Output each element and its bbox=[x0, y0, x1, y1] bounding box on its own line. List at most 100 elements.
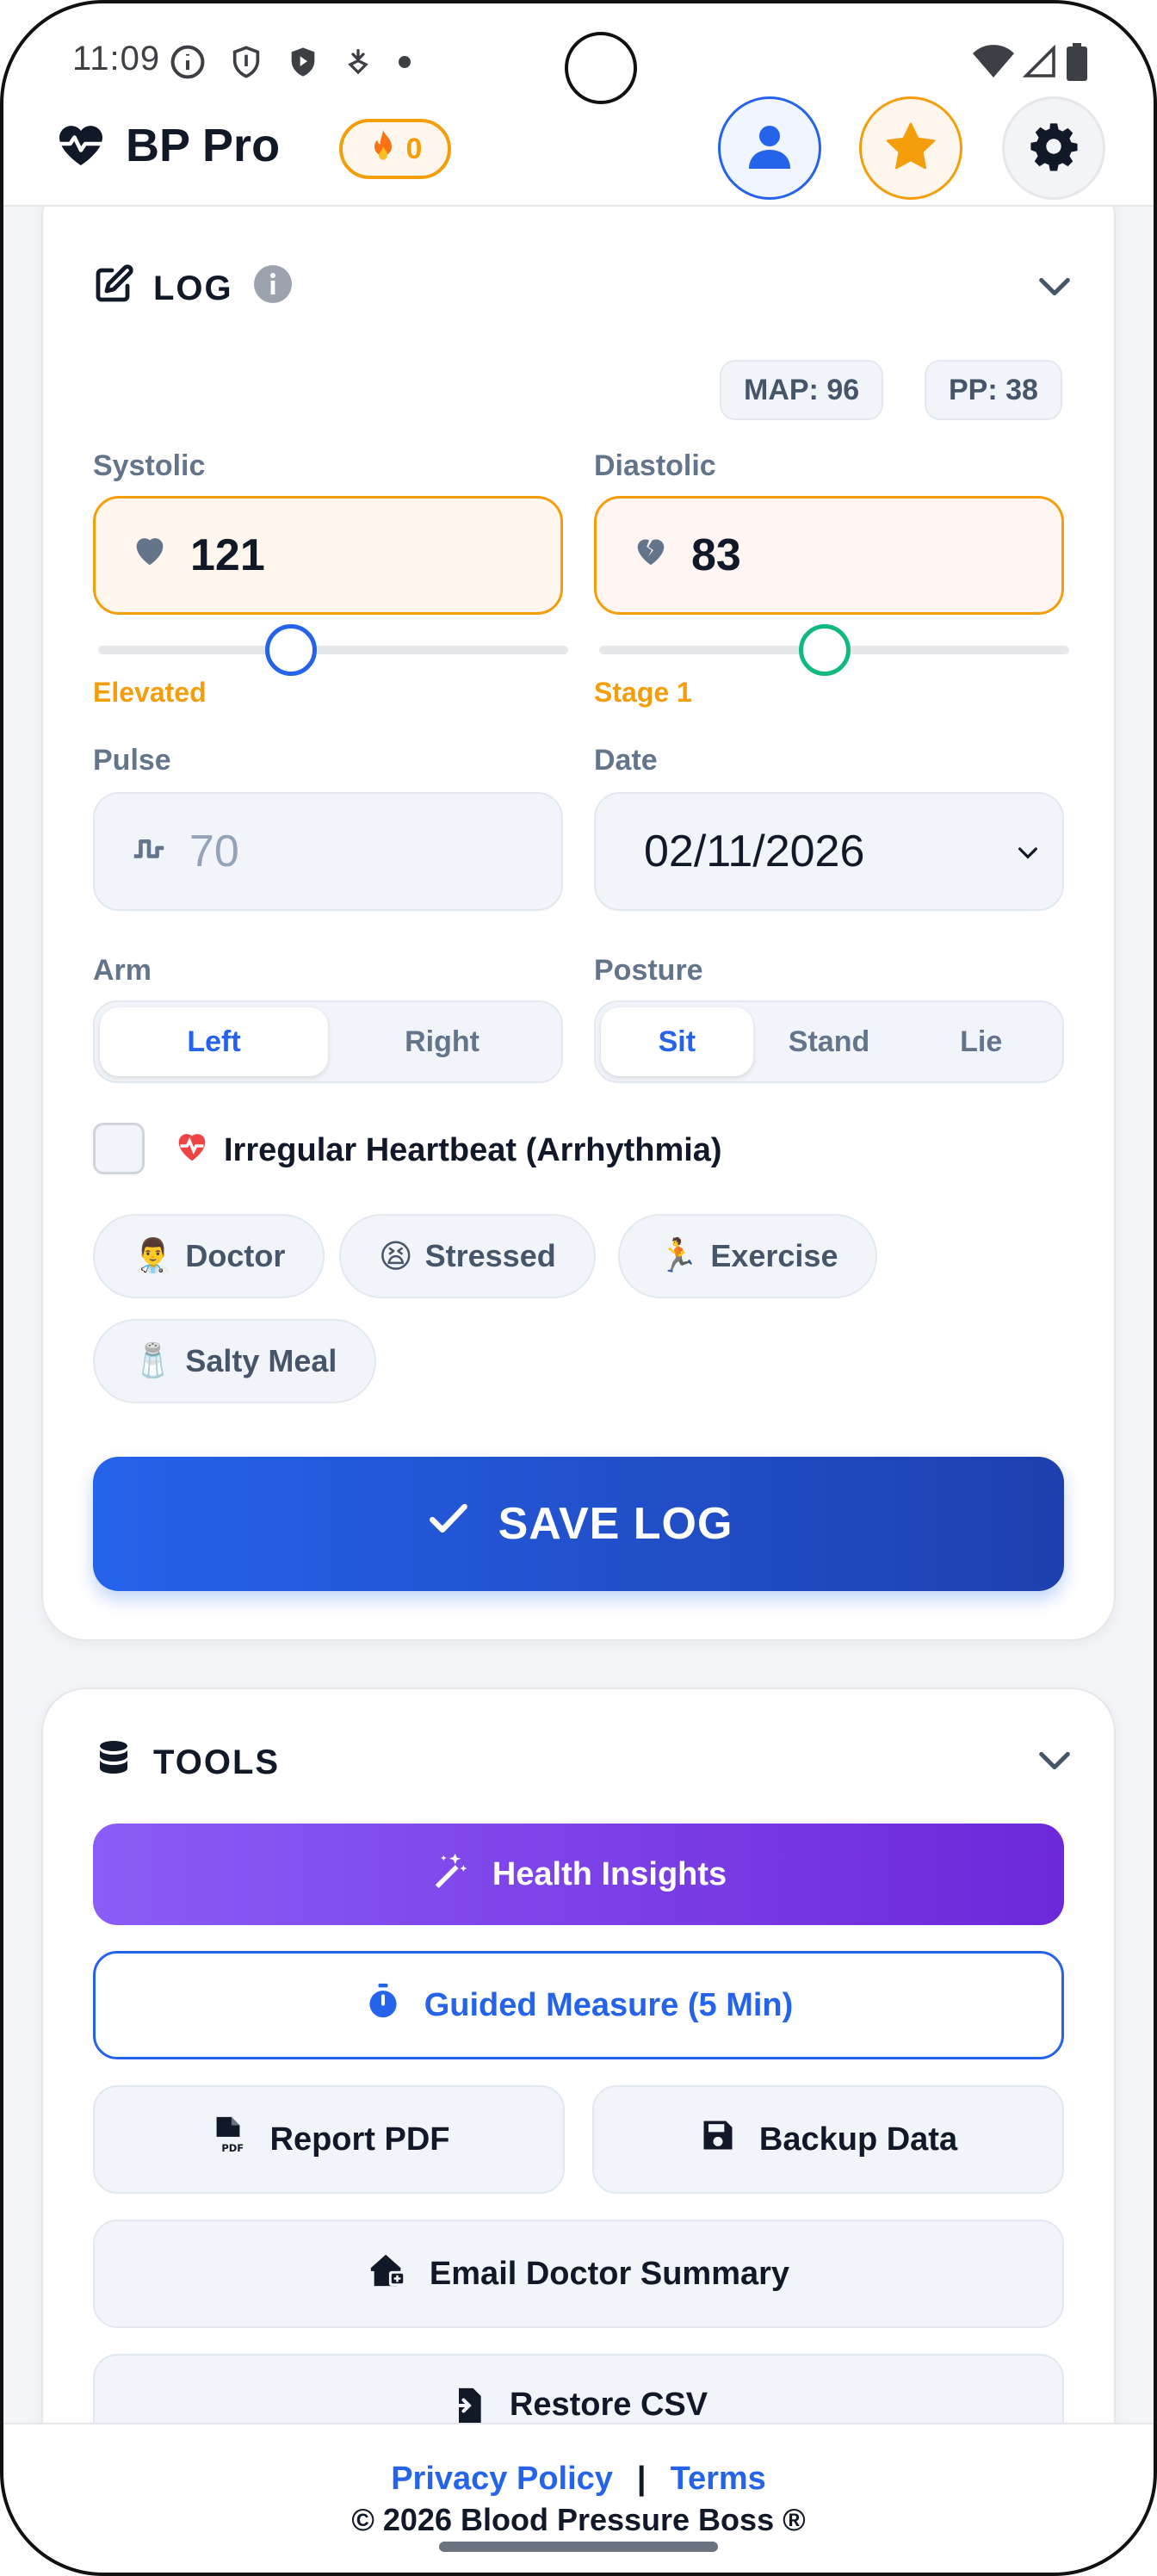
systolic-input[interactable]: 121 bbox=[93, 496, 563, 615]
irregular-checkbox[interactable] bbox=[93, 1123, 145, 1174]
footer-separator: | bbox=[636, 2461, 647, 2497]
battery-icon bbox=[1066, 43, 1088, 85]
systolic-slider-thumb[interactable] bbox=[264, 624, 317, 676]
dot-icon bbox=[396, 53, 413, 75]
house-medical-icon bbox=[368, 2250, 407, 2298]
streak-badge[interactable]: 0 bbox=[339, 119, 451, 179]
log-title: LOG bbox=[153, 269, 233, 307]
health-insights-button[interactable]: Health Insights bbox=[93, 1824, 1064, 1925]
tools-title: TOOLS bbox=[153, 1743, 281, 1781]
guided-measure-button[interactable]: Guided Measure (5 Min) bbox=[93, 1951, 1064, 2059]
arm-segmented-control: Left Right bbox=[93, 1000, 563, 1083]
report-pdf-button[interactable]: PDF Report PDF bbox=[93, 2085, 565, 2194]
pulse-icon bbox=[129, 826, 169, 877]
stressed-face-icon: 😫 bbox=[379, 1238, 413, 1275]
tag-label: Stressed bbox=[424, 1238, 556, 1273]
fire-icon bbox=[368, 128, 398, 170]
systolic-value: 121 bbox=[190, 530, 265, 580]
email-doctor-summary-label: Email Doctor Summary bbox=[429, 2255, 790, 2292]
status-time: 11:09 bbox=[72, 40, 161, 77]
diastolic-input[interactable]: 83 bbox=[594, 496, 1064, 615]
tag-label: Salty Meal bbox=[185, 1343, 337, 1378]
wifi-icon bbox=[973, 45, 1014, 84]
guided-measure-label: Guided Measure (5 Min) bbox=[424, 1986, 794, 2023]
profile-button[interactable] bbox=[718, 96, 821, 200]
date-value: 02/11/2026 bbox=[644, 827, 865, 876]
star-icon bbox=[885, 121, 937, 176]
backup-data-button[interactable]: Backup Data bbox=[592, 2085, 1064, 2194]
info-icon[interactable] bbox=[252, 263, 294, 313]
edit-icon bbox=[93, 263, 134, 313]
diastolic-category: Stage 1 bbox=[594, 677, 692, 708]
streak-count: 0 bbox=[405, 132, 423, 165]
chevron-down-icon[interactable] bbox=[1035, 1741, 1074, 1780]
tag-stressed[interactable]: 😫 Stressed bbox=[339, 1214, 596, 1298]
download-icon bbox=[343, 45, 374, 84]
save-log-label: SAVE LOG bbox=[498, 1499, 733, 1549]
date-select[interactable]: 02/11/2026 bbox=[594, 792, 1064, 911]
privacy-policy-link[interactable]: Privacy Policy bbox=[391, 2461, 613, 2498]
heart-pulse-logo-icon bbox=[55, 120, 107, 172]
stopwatch-icon bbox=[364, 1982, 402, 2028]
pulse-input[interactable]: 70 bbox=[93, 792, 563, 911]
status-notification-icons bbox=[169, 43, 413, 85]
irregular-label: Irregular Heartbeat (Arrhythmia) bbox=[224, 1131, 722, 1168]
email-doctor-summary-button[interactable]: Email Doctor Summary bbox=[93, 2220, 1064, 2328]
database-icon bbox=[93, 1737, 134, 1787]
brand: BP Pro bbox=[55, 119, 280, 172]
systolic-label: Systolic bbox=[93, 449, 206, 482]
save-disk-icon bbox=[699, 2116, 737, 2163]
arm-label: Arm bbox=[93, 954, 152, 987]
date-label: Date bbox=[594, 744, 658, 777]
pdf-file-icon: PDF bbox=[208, 2115, 248, 2164]
map-badge: MAP: 96 bbox=[720, 360, 884, 420]
save-log-button[interactable]: SAVE LOG bbox=[93, 1457, 1064, 1591]
tag-salty-meal[interactable]: 🧂 Salty Meal bbox=[93, 1319, 377, 1403]
chevron-down-icon bbox=[1014, 826, 1042, 877]
play-protect-icon bbox=[286, 43, 320, 85]
backup-data-label: Backup Data bbox=[758, 2121, 958, 2158]
posture-segmented-control: Sit Stand Lie bbox=[594, 1000, 1064, 1083]
report-pdf-label: Report PDF bbox=[269, 2121, 450, 2158]
runner-icon: 🏃 bbox=[658, 1238, 699, 1274]
systolic-slider[interactable] bbox=[98, 646, 568, 654]
checkmark-icon bbox=[424, 1495, 473, 1554]
posture-lie-option[interactable]: Lie bbox=[905, 1007, 1057, 1076]
restore-csv-label: Restore CSV bbox=[509, 2387, 708, 2423]
diastolic-label: Diastolic bbox=[594, 449, 716, 482]
irregular-label-row[interactable]: Irregular Heartbeat (Arrhythmia) bbox=[172, 1126, 722, 1174]
diastolic-slider-thumb[interactable] bbox=[799, 624, 851, 676]
diastolic-value: 83 bbox=[691, 530, 741, 580]
signal-icon bbox=[1022, 44, 1057, 84]
systolic-category: Elevated bbox=[93, 677, 207, 708]
log-header[interactable]: LOG bbox=[93, 263, 294, 313]
footer bbox=[0, 2423, 1157, 2576]
app-title: BP Pro bbox=[126, 120, 281, 171]
terms-link[interactable]: Terms bbox=[671, 2461, 766, 2498]
posture-stand-option[interactable]: Stand bbox=[753, 1007, 906, 1076]
svg-text:PDF: PDF bbox=[221, 2142, 244, 2154]
arm-left-option[interactable]: Left bbox=[100, 1007, 328, 1076]
pp-badge: PP: 38 bbox=[925, 360, 1062, 420]
magic-wand-icon bbox=[430, 1850, 470, 1898]
status-system-icons bbox=[973, 43, 1088, 85]
settings-button[interactable] bbox=[1002, 96, 1105, 200]
tag-doctor[interactable]: 👨‍⚕️ Doctor bbox=[93, 1214, 325, 1298]
doctor-icon: 👨‍⚕️ bbox=[133, 1238, 174, 1274]
health-insights-label: Health Insights bbox=[492, 1855, 727, 1892]
premium-button[interactable] bbox=[859, 96, 962, 200]
tag-exercise[interactable]: 🏃 Exercise bbox=[618, 1214, 878, 1298]
posture-sit-option[interactable]: Sit bbox=[601, 1007, 753, 1076]
home-indicator[interactable] bbox=[439, 2542, 718, 2552]
gear-icon bbox=[1029, 121, 1079, 176]
pulse-label: Pulse bbox=[93, 744, 171, 777]
info-icon bbox=[169, 43, 207, 85]
user-icon bbox=[749, 124, 790, 173]
tag-label: Doctor bbox=[185, 1238, 286, 1273]
pulse-placeholder: 70 bbox=[189, 827, 239, 876]
chevron-down-icon[interactable] bbox=[1035, 267, 1074, 307]
footer-links: Privacy Policy | Terms bbox=[0, 2461, 1157, 2498]
heart-pulse-icon bbox=[172, 1126, 212, 1174]
arm-right-option[interactable]: Right bbox=[328, 1007, 556, 1076]
tools-header[interactable]: TOOLS bbox=[93, 1737, 280, 1787]
